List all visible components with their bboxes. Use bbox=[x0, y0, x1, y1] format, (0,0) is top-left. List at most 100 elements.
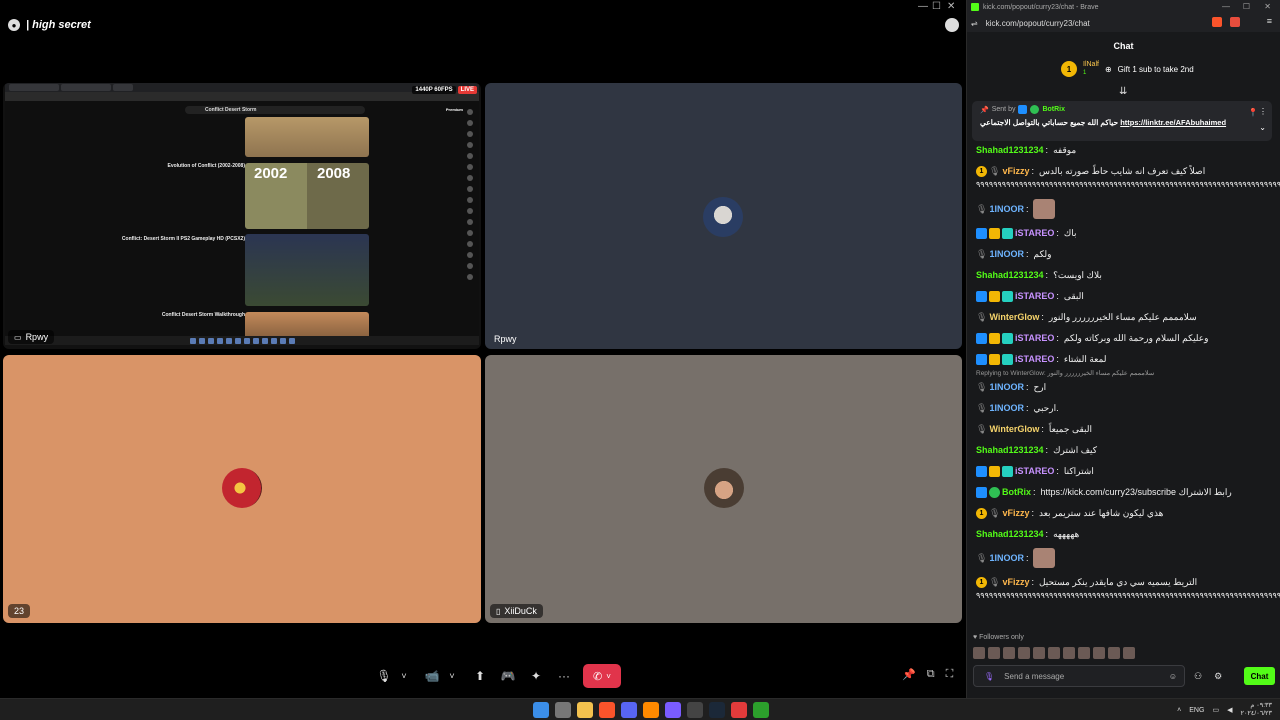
more-options-icon[interactable]: ··· bbox=[555, 665, 573, 687]
chat-messages: Shahad1231234: موقفه 1 🎙 vFizzy: اصلاً ك… bbox=[976, 143, 1280, 610]
follower-avatar[interactable] bbox=[1108, 647, 1120, 659]
chat-username[interactable]: vFizzy bbox=[1002, 575, 1029, 589]
microphone-icon[interactable]: 🎙 bbox=[984, 672, 994, 681]
participant-tile[interactable]: Rpwy bbox=[485, 83, 962, 349]
leave-call-button[interactable]: ✆ ˅ bbox=[583, 664, 621, 688]
chat-username[interactable]: Shahad1231234 bbox=[976, 443, 1044, 457]
chat-username[interactable]: 1INOOR bbox=[989, 551, 1024, 565]
minimize-icon[interactable]: — bbox=[918, 1, 928, 12]
kebab-menu-icon[interactable]: ⋮ bbox=[1259, 107, 1267, 116]
participant-tile[interactable]: 23 bbox=[3, 355, 481, 623]
chat-bubble-icon[interactable] bbox=[945, 18, 959, 32]
start-icon[interactable] bbox=[533, 702, 549, 718]
discord-icon[interactable] bbox=[621, 702, 637, 718]
chat-username[interactable]: 1INOOR bbox=[989, 380, 1024, 394]
chat-username[interactable]: Shahad1231234 bbox=[976, 143, 1044, 157]
camera-options-chevron-icon[interactable]: ˅ bbox=[443, 665, 461, 687]
chat-username[interactable]: iSTAREO bbox=[1015, 331, 1054, 345]
chat-username[interactable]: iSTAREO bbox=[1015, 464, 1054, 478]
brave-icon[interactable] bbox=[599, 702, 615, 718]
chat-username[interactable]: Shahad1231234 bbox=[976, 268, 1044, 282]
chat-text: كيف اشترك bbox=[1053, 445, 1098, 455]
windows-taskbar: ˄ ENG ▭ ◀ ٠٩:٣٣ م ٢٠٢٤/٠٦/٢٣ bbox=[0, 698, 1280, 720]
soundboard-icon[interactable]: ✦ bbox=[527, 665, 545, 687]
gear-icon[interactable]: ⚙ bbox=[1214, 671, 1222, 682]
follower-avatar[interactable] bbox=[1078, 647, 1090, 659]
gift-leaderboard[interactable]: 1 IlNalf 1 ⊕ Gift 1 sub to take 2nd bbox=[1061, 60, 1194, 78]
chat-username[interactable]: 1INOOR bbox=[989, 202, 1024, 216]
activity-icon[interactable]: 🎮 bbox=[499, 665, 517, 687]
send-chat-button[interactable]: Chat bbox=[1244, 667, 1275, 685]
xbox-icon[interactable] bbox=[753, 702, 769, 718]
follower-avatar[interactable] bbox=[1048, 647, 1060, 659]
chat-input[interactable]: 🎙 Send a message ☺ bbox=[973, 665, 1185, 687]
leave-options-chevron-icon: ˅ bbox=[606, 671, 611, 681]
sidebar-item bbox=[405, 129, 475, 140]
chat-username[interactable]: BotRix bbox=[1002, 485, 1031, 499]
brave-shield-icon[interactable] bbox=[1212, 17, 1222, 27]
heart-icon: ♥ bbox=[973, 634, 978, 641]
chat-username[interactable]: WinterGlow bbox=[989, 422, 1039, 436]
file-explorer-icon[interactable] bbox=[577, 702, 593, 718]
server-header: ● | high secret bbox=[8, 18, 91, 32]
chat-username[interactable]: 1INOOR bbox=[989, 247, 1024, 261]
pin-icon[interactable]: 📌 bbox=[902, 668, 916, 681]
follower-avatar[interactable] bbox=[1093, 647, 1105, 659]
chat-username[interactable]: iSTAREO bbox=[1015, 352, 1054, 366]
steam-icon[interactable] bbox=[709, 702, 725, 718]
thumb-year-2: 2008 bbox=[317, 165, 351, 182]
app-icon[interactable] bbox=[643, 702, 659, 718]
chat-username[interactable]: vFizzy bbox=[1002, 164, 1029, 178]
chevron-down-icon[interactable]: ⌄ bbox=[1259, 123, 1266, 132]
pinned-bot-name: BotRix bbox=[1042, 106, 1066, 113]
follower-avatar[interactable] bbox=[1063, 647, 1075, 659]
follower-avatar[interactable] bbox=[1003, 647, 1015, 659]
clock[interactable]: ٠٩:٣٣ م ٢٠٢٤/٠٦/٢٣ bbox=[1240, 702, 1272, 718]
server-name: | high secret bbox=[26, 19, 91, 31]
menu-icon[interactable]: ≡ bbox=[1267, 16, 1272, 26]
app-icon[interactable] bbox=[665, 702, 681, 718]
volume-icon[interactable]: ◀ bbox=[1227, 706, 1232, 714]
chat-username[interactable]: iSTAREO bbox=[1015, 226, 1054, 240]
scroll-down-icon[interactable]: ⇊ bbox=[1119, 86, 1127, 97]
language-indicator[interactable]: ENG bbox=[1189, 707, 1204, 714]
pin-toggle-icon[interactable]: 📍 bbox=[1248, 108, 1258, 117]
emoji-icon[interactable]: ☺ bbox=[1169, 672, 1177, 681]
close-icon[interactable]: ✕ bbox=[947, 1, 955, 12]
participant-tile[interactable]: ▯ XiiDuCk bbox=[485, 355, 962, 623]
follower-avatar[interactable] bbox=[1033, 647, 1045, 659]
pinned-link[interactable]: https://linktr.ee/AFAbuhaimed bbox=[1120, 118, 1226, 127]
maximize-icon[interactable]: ☐ bbox=[1243, 2, 1250, 11]
screen-share-tile[interactable]: Conflict Desert Storm 2002 2008 Evolutio… bbox=[3, 83, 481, 349]
reply-context[interactable]: Replying to WinterGlow: سلامممم عليكم مس… bbox=[976, 369, 1274, 377]
address-bar[interactable]: ⇌ kick.com/popout/curry23/chat ≡ bbox=[967, 14, 1280, 32]
share-screen-icon[interactable]: ⬆ bbox=[471, 665, 489, 687]
users-icon[interactable]: ⚇ bbox=[1194, 671, 1202, 682]
microphone-icon[interactable]: 🎙 bbox=[375, 665, 393, 687]
follower-avatar[interactable] bbox=[1123, 647, 1135, 659]
moderator-badge-icon bbox=[976, 332, 987, 344]
follower-avatar[interactable] bbox=[988, 647, 1000, 659]
app-icon[interactable] bbox=[687, 702, 703, 718]
chat-username[interactable]: WinterGlow bbox=[989, 310, 1039, 324]
brave-rewards-icon[interactable] bbox=[1230, 17, 1240, 27]
maximize-icon[interactable]: ☐ bbox=[932, 1, 941, 12]
task-view-icon[interactable] bbox=[555, 702, 571, 718]
mic-options-chevron-icon[interactable]: ˅ bbox=[395, 665, 413, 687]
chat-username[interactable]: 1INOOR bbox=[989, 401, 1024, 415]
chevron-up-icon[interactable]: ˄ bbox=[1177, 707, 1181, 714]
camera-off-icon[interactable]: 📹 bbox=[423, 665, 441, 687]
popout-icon[interactable]: ⧉ bbox=[927, 668, 935, 681]
fullscreen-icon[interactable]: ⛶ bbox=[946, 668, 954, 681]
app-icon[interactable] bbox=[731, 702, 747, 718]
chat-username[interactable]: iSTAREO bbox=[1015, 289, 1054, 303]
chat-username[interactable]: Shahad1231234 bbox=[976, 527, 1044, 541]
site-settings-icon[interactable]: ⇌ bbox=[971, 19, 978, 28]
chat-username[interactable]: vFizzy bbox=[1002, 506, 1029, 520]
close-icon[interactable]: ✕ bbox=[1264, 2, 1271, 11]
follower-avatar[interactable] bbox=[973, 647, 985, 659]
follower-avatar[interactable] bbox=[1018, 647, 1030, 659]
url-text: kick.com/popout/curry23/chat bbox=[985, 18, 1090, 28]
network-icon[interactable]: ▭ bbox=[1212, 706, 1219, 714]
minimize-icon[interactable]: — bbox=[1222, 2, 1230, 11]
